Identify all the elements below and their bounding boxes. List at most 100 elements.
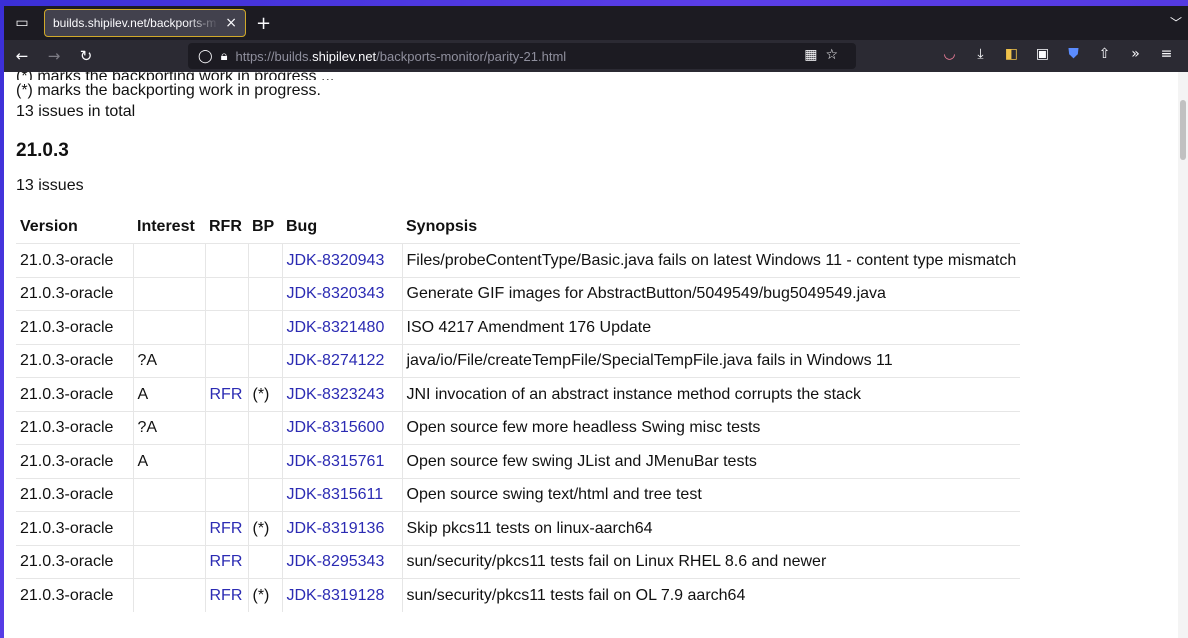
cell-rfr-link — [205, 410, 249, 445]
back-arrow-icon[interactable]: ← — [10, 47, 34, 65]
table-row: 21.0.3-oracle A JDK-8315761 Open source few… — [16, 444, 1021, 478]
tab-list-icon[interactable]: ▭ — [8, 9, 36, 37]
cell-version: 21.0.3-oracle — [16, 544, 134, 579]
cell-bug-link[interactable]: JDK-8323243 — [282, 377, 403, 411]
cell-bug-link[interactable]: JDK-8274122 — [282, 343, 403, 378]
cell-rfr-link[interactable]: RFR — [205, 511, 249, 545]
cell-version: 21.0.3-oracle — [16, 578, 134, 612]
cell-interest: A — [133, 377, 206, 411]
cell-rfr-link — [205, 310, 249, 344]
bitwarden-icon[interactable]: ⛊ — [1058, 46, 1089, 62]
header-version: Version — [20, 218, 78, 235]
bookmark-star-icon[interactable]: ☆ — [825, 47, 846, 63]
download-icon[interactable]: ⤓ — [965, 46, 996, 62]
close-icon[interactable]: × — [225, 15, 237, 31]
cell-version: 21.0.3-oracle — [16, 410, 134, 445]
new-tab-button[interactable]: + — [256, 13, 271, 34]
lock-icon[interactable]: 🔒︎ — [221, 49, 228, 64]
cell-interest: ?A — [133, 410, 206, 445]
cell-bp: (*) — [248, 377, 283, 411]
header-interest: Interest — [137, 218, 195, 235]
table-row: 21.0.3-oracle A RFR (*) JDK-8323243 JNI invoc… — [16, 377, 1021, 411]
cell-version: 21.0.3-oracle — [16, 444, 134, 478]
tab-active[interactable]: builds.shipilev.net/backports-m × — [44, 9, 246, 37]
cell-bug-link[interactable]: JDK-8315611 — [282, 477, 403, 512]
header-bp: BP — [252, 218, 275, 235]
cell-synopsis: Open source few swing JList and JMenuBar… — [402, 444, 1021, 478]
cell-bp — [248, 243, 283, 277]
menu-icon[interactable]: ≡ — [1151, 46, 1182, 62]
cell-bug-link[interactable]: JDK-8320943 — [282, 243, 403, 277]
cell-rfr-link — [205, 243, 249, 277]
cell-rfr-link[interactable]: RFR — [205, 578, 249, 612]
pocket-icon[interactable]: ◡ — [934, 46, 965, 62]
overflow-chevron-icon[interactable]: » — [1120, 46, 1151, 62]
url-prefix: https://builds. — [235, 48, 313, 64]
cell-rfr-link[interactable]: RFR — [205, 377, 249, 411]
toolbar-icons: ◡ ⤓ ◧ ▣ ⛊ ⇧ » ≡ — [934, 46, 1182, 62]
cell-version: 21.0.3-oracle — [16, 243, 134, 277]
tab-strip: ▭ builds.shipilev.net/backports-m × + ﹀ — [4, 6, 1188, 40]
reload-icon[interactable]: ↻ — [74, 47, 98, 65]
cell-version: 21.0.3-oracle — [16, 477, 134, 512]
cell-version: 21.0.3-oracle — [16, 276, 134, 311]
url-bar[interactable]: ◯ 🔒︎ https://builds. shipilev.net/backpor… — [188, 43, 856, 69]
partial-line: (*) marks the backporting work in progre… — [16, 72, 1176, 80]
cell-synopsis: Open source few more headless Swing misc… — [402, 410, 1021, 445]
cell-synopsis: Open source swing text/html and tree tes… — [402, 477, 1021, 512]
table-row: 21.0.3-oracle RFR (*) JDK-8319128 sun/securi… — [16, 578, 1021, 612]
cell-rfr-link[interactable]: RFR — [205, 544, 249, 579]
url-bar-actions: ▦☆ — [804, 47, 846, 63]
cell-bug-link[interactable]: JDK-8319128 — [282, 578, 403, 612]
cell-synopsis: Skip pkcs11 tests on linux-aarch64 — [402, 511, 1021, 545]
total-count: 13 issues in total — [16, 103, 136, 120]
cell-synopsis: sun/security/pkcs11 tests fail on OL 7.9… — [402, 578, 1021, 612]
share-icon[interactable]: ⇧ — [1089, 46, 1120, 62]
cell-bug-link[interactable]: JDK-8321480 — [282, 310, 403, 344]
cell-rfr-link — [205, 343, 249, 378]
cell-synopsis: Generate GIF images for AbstractButton/5… — [402, 276, 1021, 311]
cell-bp — [248, 477, 283, 512]
cell-bp — [248, 343, 283, 378]
header-synopsis: Synopsis — [406, 218, 478, 235]
cell-synopsis: JNI invocation of an abstract instance m… — [402, 377, 1021, 411]
forward-arrow-icon[interactable]: → — [42, 47, 66, 65]
cell-bug-link[interactable]: JDK-8295343 — [282, 544, 403, 579]
table-body: 21.0.3-oracle JDK-8320943 Files/probeConte… — [16, 243, 1021, 612]
cell-interest — [133, 544, 206, 579]
table-header-row: Version Interest RFR BP Bug Synopsis — [16, 212, 1020, 244]
scrollbar[interactable] — [1178, 72, 1188, 638]
qr-code-icon[interactable]: ▦ — [804, 47, 825, 63]
header-bug: Bug — [286, 218, 318, 235]
extension-icon[interactable]: ◧ — [996, 46, 1027, 62]
tab-title: builds.shipilev.net/backports-m — [53, 16, 217, 30]
cell-bp — [248, 276, 283, 311]
cell-bug-link[interactable]: JDK-8315600 — [282, 410, 403, 445]
issues-table: Version Interest RFR BP Bug Synopsis 21.… — [16, 212, 1021, 612]
url-host: shipilev.net — [312, 48, 377, 64]
table-row: 21.0.3-oracle RFR JDK-8295343 sun/security/… — [16, 544, 1021, 579]
cell-bug-link[interactable]: JDK-8315761 — [282, 444, 403, 478]
extensions-grid-icon[interactable]: ▣ — [1027, 46, 1058, 62]
cell-rfr-link — [205, 444, 249, 478]
table-row: 21.0.3-oracle JDK-8321480 ISO 4217 Amendme… — [16, 310, 1021, 344]
section-title: 21.0.3 — [16, 140, 69, 161]
cell-bug-link[interactable]: JDK-8319136 — [282, 511, 403, 545]
cell-interest — [133, 243, 206, 277]
table-row: 21.0.3-oracle JDK-8320343 Generate GIF ima… — [16, 276, 1021, 311]
page-content: (*) marks the backporting work in progre… — [4, 72, 1188, 638]
table-row: 21.0.3-oracle ?A JDK-8274122 java/io/File/c… — [16, 343, 1021, 378]
shield-icon[interactable]: ◯ — [198, 49, 213, 64]
cell-version: 21.0.3-oracle — [16, 343, 134, 378]
cell-interest — [133, 477, 206, 512]
legend-note: (*) marks the backporting work in progre… — [16, 82, 321, 99]
url-path: /backports-monitor/parity-21.html — [376, 48, 567, 64]
scrollbar-thumb[interactable] — [1180, 100, 1186, 160]
chevron-down-icon[interactable]: ﹀ — [1170, 14, 1182, 31]
table-row: 21.0.3-oracle JDK-8320943 Files/probeConte… — [16, 243, 1021, 277]
cell-interest: A — [133, 444, 206, 478]
cell-version: 21.0.3-oracle — [16, 310, 134, 344]
cell-bug-link[interactable]: JDK-8320343 — [282, 276, 403, 311]
cell-rfr-link — [205, 477, 249, 512]
header-rfr: RFR — [209, 218, 242, 235]
